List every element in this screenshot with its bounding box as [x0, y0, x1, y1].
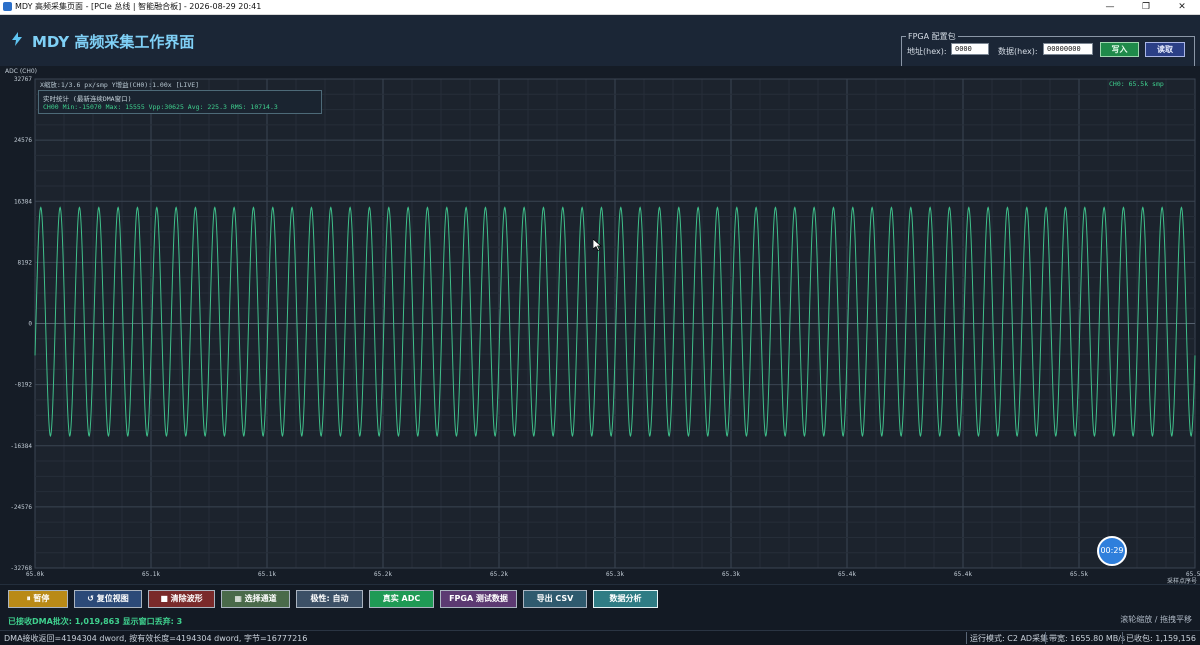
x-tick-label: 65.3k — [606, 571, 624, 578]
x-tick-label: 65.5k — [1070, 571, 1088, 578]
page-title: MDY 高频采集工作界面 — [32, 33, 195, 51]
y-tick-label: -24576 — [10, 504, 32, 511]
channel-tag: CH0: 65.5k smp — [1109, 80, 1164, 88]
fpga-test-data-button[interactable]: FPGA 测试数据 — [440, 590, 517, 608]
app-icon — [3, 2, 12, 11]
select-channel-button[interactable]: ▦ 选择通道 — [221, 590, 290, 608]
x-tick-label: 65.2k — [374, 571, 392, 578]
dma-return-status: DMA接收返回=4194304 dword, 按有效长度=4194304 dwo… — [4, 634, 308, 643]
maximize-button[interactable]: ❐ — [1128, 0, 1164, 14]
export-csv-button[interactable]: 导出 CSV — [523, 590, 587, 608]
status-separator — [1122, 632, 1123, 644]
plot-info-line: X缩放:1/3.6 px/smp Y增益(CH0):1.00x [LIVE] — [40, 81, 200, 89]
waveform-plot[interactable]: 32767 24576 16384 8192 0 -8192 -16384 -24576 -32… — [0, 66, 1200, 584]
x-tick-label: 65.1k — [142, 571, 160, 578]
clear-waveform-button[interactable]: ■ 清除波形 — [148, 590, 215, 608]
stats-title: 实时统计 (最新连续DMA窗口) — [43, 95, 132, 103]
elapsed-timer-badge[interactable]: 00:29 — [1097, 536, 1127, 566]
run-mode-status: 运行模式: C2 AD采集 — [970, 634, 1049, 643]
x-tick-label: 65.3k — [722, 571, 740, 578]
window-titlebar: MDY 高频采集页面 - [PCIe 总线 | 智能融合板] - 2026-08… — [0, 0, 1200, 15]
status-separator — [966, 632, 967, 644]
lightning-icon — [12, 32, 22, 49]
polarity-button[interactable]: 极性: 自动 — [296, 590, 363, 608]
y-axis-title: ADC (CH0) — [5, 68, 37, 75]
zoom-pan-hint: 滚轮缩放 / 拖拽平移 — [1120, 615, 1192, 624]
x-tick-label: 65.4k — [954, 571, 972, 578]
real-adc-button[interactable]: 真实 ADC — [369, 590, 434, 608]
action-toolbar: ⏸ 暂停 ↺ 复位视图 ■ 清除波形 ▦ 选择通道 极性: 自动 真实 ADC … — [0, 584, 1200, 613]
x-tick-label: 65.5k — [1186, 571, 1200, 578]
x-tick-label: 65.1k — [258, 571, 276, 578]
data-label: 数据(hex): — [998, 47, 1038, 56]
fpga-config-legend: FPGA 配置包 — [906, 31, 958, 42]
x-tick-label: 65.0k — [26, 571, 44, 578]
status-separator — [1045, 632, 1046, 644]
y-tick-label: 24576 — [14, 137, 32, 144]
y-tick-label: 16384 — [14, 198, 32, 205]
y-tick-label: 8192 — [18, 259, 33, 266]
y-tick-label: -16384 — [10, 443, 32, 450]
status-bar: DMA接收返回=4194304 dword, 按有效长度=4194304 dwo… — [0, 630, 1200, 645]
window-title: MDY 高频采集页面 - [PCIe 总线 | 智能融合板] - 2026-08… — [15, 2, 262, 11]
data-input[interactable] — [1043, 43, 1093, 55]
y-tick-label: 0 — [28, 321, 32, 328]
address-label: 地址(hex): — [907, 47, 947, 56]
reset-view-button[interactable]: ↺ 复位视图 — [74, 590, 142, 608]
x-axis-title: 采样点序号 — [1167, 577, 1197, 584]
x-tick-label: 65.2k — [490, 571, 508, 578]
close-button[interactable]: ✕ — [1164, 0, 1200, 14]
x-tick-label: 65.4k — [838, 571, 856, 578]
stats-values: CH00 Min:-15070 Max: 15555 Vpp:30625 Avg… — [43, 103, 278, 111]
info-row: 已接收DMA批次: 1,019,863 显示窗口丢弃: 3 滚轮缩放 / 拖拽平… — [0, 612, 1200, 630]
mouse-cursor-icon — [593, 239, 602, 251]
minimize-button[interactable]: — — [1092, 0, 1128, 14]
data-analysis-button[interactable]: 数据分析 — [593, 590, 658, 608]
bandwidth-status: 带宽: 1655.80 MB/s — [1049, 634, 1126, 643]
read-button[interactable]: 读取 — [1145, 42, 1185, 57]
pause-button[interactable]: ⏸ 暂停 — [8, 590, 68, 608]
write-button[interactable]: 写入 — [1100, 42, 1139, 57]
waveform-chart[interactable]: 32767245761638481920-8192-16384-24576-32… — [0, 66, 1200, 584]
app-header: MDY 高频采集工作界面 FPGA 配置包 地址(hex): 数据(hex): … — [0, 15, 1200, 77]
received-packets-status: 已收包: 1,159,156 — [1126, 634, 1196, 643]
address-input[interactable] — [951, 43, 989, 55]
dma-batch-status: 已接收DMA批次: 1,019,863 显示窗口丢弃: 3 — [8, 617, 183, 626]
y-tick-label: -8192 — [14, 382, 32, 389]
y-tick-label: 32767 — [14, 76, 32, 83]
stats-panel: 实时统计 (最新连续DMA窗口) CH00 Min:-15070 Max: 15… — [38, 90, 322, 114]
